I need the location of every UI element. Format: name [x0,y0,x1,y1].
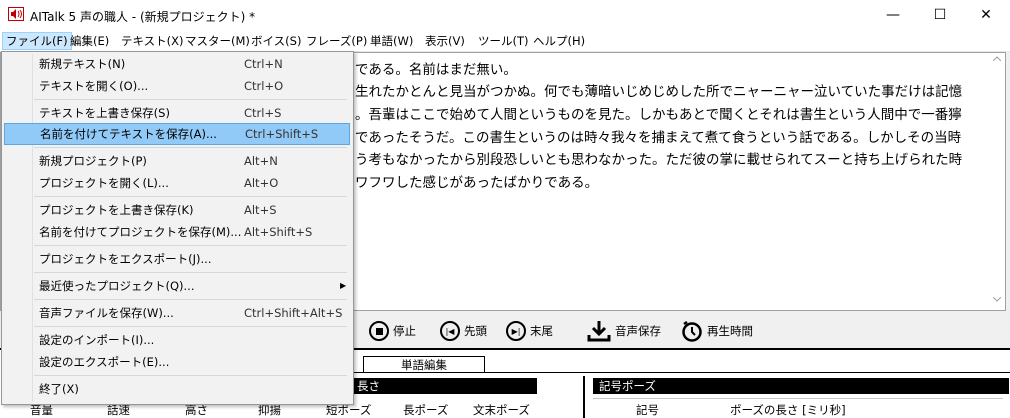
menu-edit[interactable]: 編集(E) [67,32,112,50]
menu-separator [34,375,347,376]
menu-separator [34,326,347,327]
menu-item-import-settings[interactable]: 設定のインポート(I)... [4,329,350,351]
menu-separator [34,245,347,246]
menu-word[interactable]: 単語(W) [367,32,416,50]
editor-line: 。吾輩はここで始めて人間というものを見た。しかもあとで聞くとそれは書生という人間… [355,107,962,123]
editor-line: 生れたかとんと見当がつかぬ。何でも薄暗いじめじめした所でニャーニャー泣いていた事… [355,84,963,100]
column-long-pause: 長ポーズ [403,403,449,417]
section-separator [583,376,585,418]
skip-end-icon: ▶| [506,321,526,341]
editor-line: である。名前はまだ無い。 [355,62,517,78]
menu-item-export-settings[interactable]: 設定のエクスポート(E)... [4,351,350,373]
editor-line: ワフワした感じがあったばかりである。 [355,175,599,191]
submenu-arrow-icon: ▶ [340,281,347,290]
menu-separator [34,196,347,197]
tab-baseline [353,372,1010,373]
minimize-button[interactable]: — [870,0,916,30]
skip-start-icon: |◀ [440,321,460,341]
menu-separator [34,272,347,273]
to-start-button[interactable]: |◀ 先頭 [440,318,487,344]
menu-bar: ファイル(F) 編集(E) テキスト(X) マスター(M) ボイス(S) フレー… [0,30,1010,52]
column-symbol: 記号 [636,403,659,417]
to-end-label: 末尾 [530,324,553,338]
menu-separator [34,99,347,100]
play-time-label: 再生時間 [707,324,753,338]
section-symbol-pause-header: 記号ポーズ [593,378,1009,394]
menu-file[interactable]: ファイル(F) [2,32,72,50]
close-button[interactable]: ✕ [963,0,1009,30]
menu-item-save-text[interactable]: テキストを上書き保存(S) Ctrl+S [4,102,350,124]
menu-item-export-project[interactable]: プロジェクトをエクスポート(J)... [4,248,350,270]
window-title: AITalk 5 声の職人 - (新規プロジェクト) * [30,10,256,24]
save-audio-label: 音声保存 [615,324,661,338]
menu-item-save-audio[interactable]: 音声ファイルを保存(W)... Ctrl+Shift+Alt+S [4,302,350,324]
menu-text[interactable]: テキスト(X) [118,32,187,50]
menu-item-open-text[interactable]: テキストを開く(O)... Ctrl+O [4,75,350,97]
menu-item-save-project-as[interactable]: 名前を付けてプロジェクトを保存(M)... Alt+Shift+S [4,221,350,243]
symbol-table-border [593,398,1003,399]
menu-item-save-text-as[interactable]: 名前を付けてテキストを保存(A)... Ctrl+Shift+S [4,123,350,145]
editor-scrollbar[interactable] [989,53,1004,308]
download-icon [587,321,611,342]
menu-view[interactable]: 表示(V) [422,32,468,50]
scroll-down-icon[interactable] [993,297,1001,302]
stop-label: 停止 [393,324,416,338]
editor-line: う考もなかったから別段恐しいとも思わなかった。ただ彼の掌に載せられてスーと持ち上… [355,152,963,168]
tab-word-edit[interactable]: 単語編集 [363,356,485,373]
editor-line: であったそうだ。この書生というのは時々我々を捕まえて煮て食うという話である。しか… [355,130,962,146]
column-pause-length: ポーズの長さ [ミリ秒] [730,403,846,417]
menu-master[interactable]: マスター(M) [182,32,253,50]
menu-item-recent-projects[interactable]: 最近使ったプロジェクト(Q)... ▶ [4,275,350,297]
play-time-button[interactable]: 再生時間 [681,318,753,344]
menu-separator [34,147,347,148]
to-end-button[interactable]: ▶| 末尾 [506,318,553,344]
menu-item-new-project[interactable]: 新規プロジェクト(P) Alt+N [4,150,350,172]
menu-item-new-text[interactable]: 新規テキスト(N) Ctrl+N [4,53,350,75]
app-speaker-icon [8,7,24,21]
to-start-label: 先頭 [464,324,487,338]
save-audio-button[interactable]: 音声保存 [587,318,661,344]
clock-icon [682,320,702,342]
maximize-button[interactable]: ☐ [917,0,963,30]
scroll-up-icon[interactable] [993,56,1001,61]
section-length-header: 長さ [353,378,537,394]
stop-button[interactable]: 停止 [369,318,416,344]
menu-help[interactable]: ヘルプ(H) [530,32,588,50]
menu-item-open-project[interactable]: プロジェクトを開く(L)... Alt+O [4,172,350,194]
menu-phrase[interactable]: フレーズ(P) [303,32,370,50]
stop-icon [369,321,389,341]
menu-tools[interactable]: ツール(T) [475,32,532,50]
column-sentence-end-pause: 文末ポーズ [473,403,530,417]
menu-voice[interactable]: ボイス(S) [248,32,304,50]
title-bar: AITalk 5 声の職人 - (新規プロジェクト) * — ☐ ✕ [0,0,1010,30]
menu-item-save-project[interactable]: プロジェクトを上書き保存(K) Alt+S [4,199,350,221]
menu-separator [34,299,347,300]
menu-item-exit[interactable]: 終了(X) [4,378,350,400]
